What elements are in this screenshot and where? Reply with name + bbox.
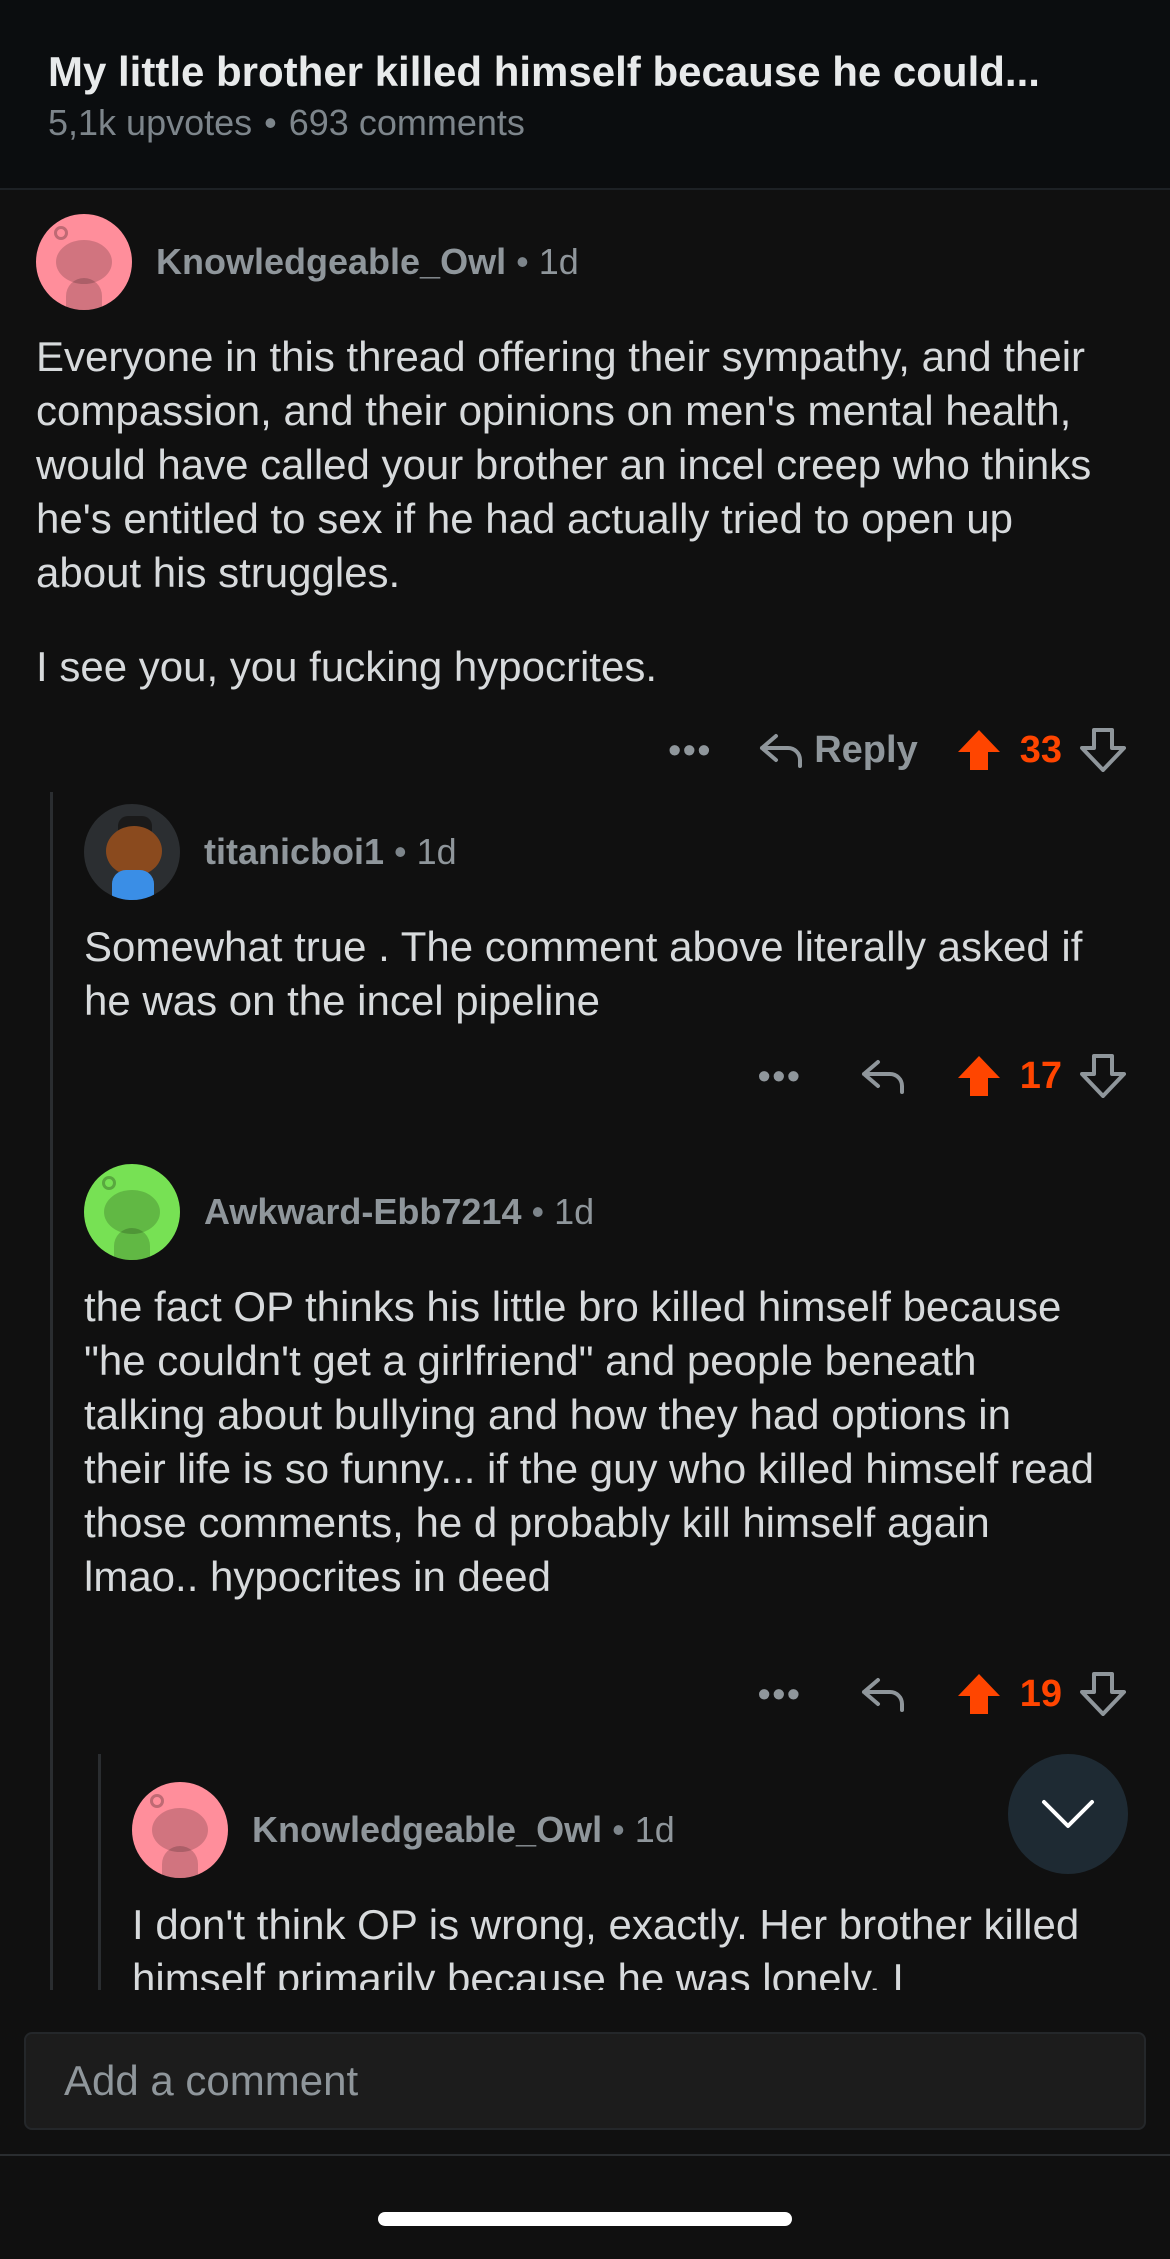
reply-icon: [760, 734, 803, 768]
meta-separator: •: [264, 102, 277, 143]
upvote-icon: [957, 1674, 1000, 1714]
more-icon[interactable]: •••: [668, 729, 712, 771]
upvote-icon: [957, 730, 1000, 770]
avatar[interactable]: [36, 214, 132, 310]
upvote-button[interactable]: [956, 1672, 1002, 1716]
comment-age: 1d: [538, 241, 579, 282]
reply-button[interactable]: [860, 1056, 906, 1096]
thread-line[interactable]: [98, 1754, 101, 1990]
separator-dot: •: [531, 1191, 545, 1232]
comment-paragraph: Somewhat true . The comment above litera…: [84, 923, 1083, 1024]
score: 17: [1019, 1054, 1062, 1097]
comment-header: Knowledgeable_Owl • 1d: [132, 1780, 675, 1880]
avatar[interactable]: [132, 1782, 228, 1878]
snoo-antenna: [54, 226, 68, 240]
avatar[interactable]: [84, 804, 180, 900]
comment-body: the fact OP thinks his little bro killed…: [84, 1280, 1104, 1604]
downvote-button[interactable]: [1080, 1054, 1126, 1098]
comment-paragraph: I don't think OP is wrong, exactly. Her …: [132, 1901, 1080, 1990]
collapse-thread-button[interactable]: [1008, 1754, 1128, 1874]
more-icon[interactable]: •••: [758, 1673, 802, 1715]
upvote-button[interactable]: [956, 728, 1002, 772]
comment-actions: ••• 17: [84, 1046, 1126, 1106]
snoo-body: [66, 278, 102, 310]
reply-icon: [861, 1678, 904, 1712]
comment-paragraph: I see you, you fucking hypocrites.: [36, 643, 657, 690]
separator-dot: •: [394, 831, 407, 872]
home-indicator[interactable]: [378, 2212, 792, 2226]
downvote-icon: [1080, 728, 1126, 772]
divider: [0, 2154, 1170, 2156]
thread-line[interactable]: [50, 792, 53, 1990]
snoo-body: [162, 1846, 198, 1878]
comment: Awkward-Ebb7214 • 1d the fact OP thinks …: [84, 1162, 1134, 1722]
comment-age: 1d: [634, 1809, 675, 1850]
comment-body: Somewhat true . The comment above litera…: [84, 920, 1084, 1028]
snoo-antenna: [102, 1176, 116, 1190]
reply-button[interactable]: Reply: [758, 728, 918, 772]
reply-button[interactable]: [860, 1674, 906, 1714]
comment-composer-bar: Add a comment: [0, 1990, 1170, 2259]
more-icon[interactable]: •••: [758, 1055, 802, 1097]
comment-actions: ••• 19: [84, 1664, 1126, 1724]
chevron-down-icon: [1042, 1800, 1094, 1828]
snoo-body: [114, 1228, 150, 1260]
score: 33: [1019, 728, 1062, 771]
comment-body: Everyone in this thread offering their s…: [36, 330, 1116, 694]
comment-age: 1d: [554, 1191, 595, 1232]
comment-count: 693 comments: [288, 102, 525, 143]
add-comment-input[interactable]: Add a comment: [24, 2032, 1146, 2130]
username[interactable]: Knowledgeable_Owl: [252, 1809, 602, 1851]
downvote-button[interactable]: [1080, 1672, 1126, 1716]
comment: titanicboi1 • 1d Somewhat true . The com…: [84, 802, 1134, 1102]
comment-header: Knowledgeable_Owl • 1d: [36, 212, 579, 312]
comment-body: I don't think OP is wrong, exactly. Her …: [132, 1898, 1117, 1990]
separator-dot: •: [612, 1809, 625, 1850]
comment: Knowledgeable_Owl • 1d I don't think OP …: [132, 1780, 1132, 1990]
post-header: My little brother killed himself because…: [0, 0, 1170, 190]
upvote-button[interactable]: [956, 1054, 1002, 1098]
comment-actions: ••• Reply 33: [36, 720, 1126, 780]
score: 19: [1019, 1672, 1062, 1715]
post-meta: 5,1k upvotes • 693 comments: [48, 102, 525, 144]
upvote-icon: [957, 1056, 1000, 1096]
comment-header: titanicboi1 • 1d: [84, 802, 457, 902]
reply-label: Reply: [814, 728, 918, 771]
separator-dot: •: [516, 241, 529, 282]
upvote-count: 5,1k upvotes: [48, 102, 253, 143]
downvote-icon: [1080, 1672, 1126, 1716]
comment-header: Awkward-Ebb7214 • 1d: [84, 1162, 594, 1262]
comment-paragraph: Everyone in this thread offering their s…: [36, 333, 1092, 596]
username[interactable]: titanicboi1: [204, 831, 384, 873]
reply-icon: [861, 1060, 904, 1094]
username[interactable]: Knowledgeable_Owl: [156, 241, 506, 283]
downvote-button[interactable]: [1080, 728, 1126, 772]
snoo-antenna: [150, 1794, 164, 1808]
downvote-icon: [1080, 1054, 1126, 1098]
comment-paragraph: the fact OP thinks his little bro killed…: [84, 1283, 1095, 1600]
avatar-body: [112, 870, 154, 900]
username[interactable]: Awkward-Ebb7214: [204, 1191, 521, 1233]
comment-age: 1d: [416, 831, 457, 872]
avatar[interactable]: [84, 1164, 180, 1260]
avatar-head: [106, 826, 162, 876]
post-title[interactable]: My little brother killed himself because…: [48, 48, 1138, 96]
comments-list[interactable]: Knowledgeable_Owl • 1d Everyone in this …: [0, 192, 1170, 1990]
comment: Knowledgeable_Owl • 1d Everyone in this …: [36, 212, 1136, 772]
